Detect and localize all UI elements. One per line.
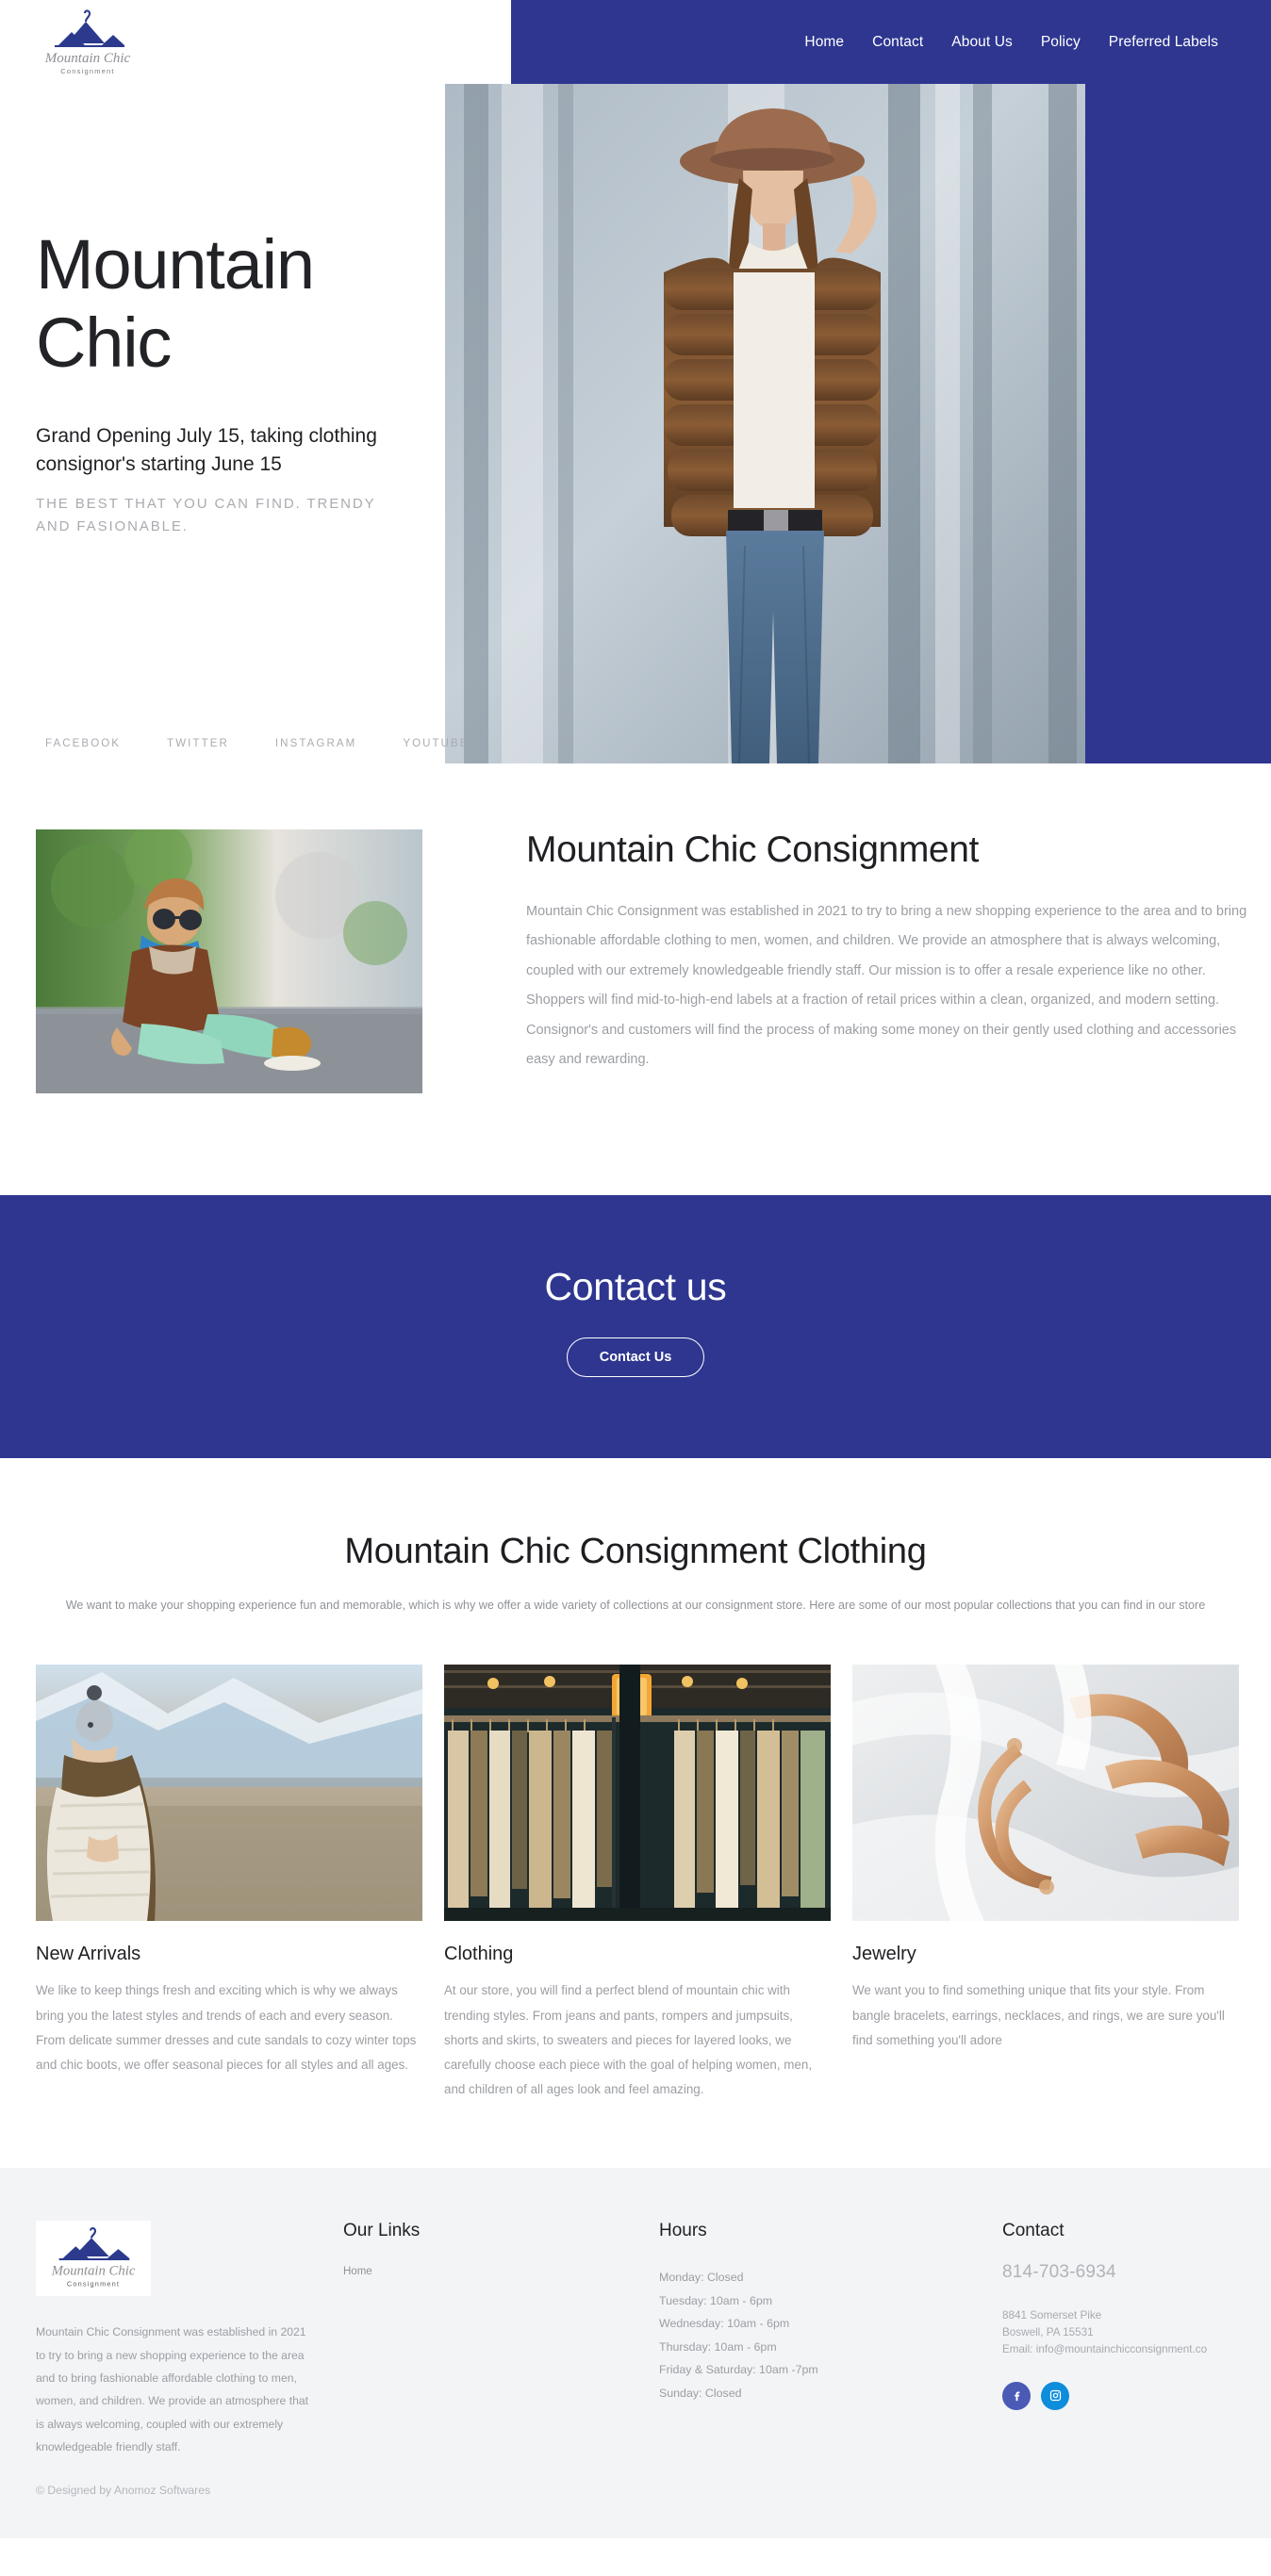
collection-cards: New Arrivals We like to keep things fres… xyxy=(0,1665,1271,2102)
footer-brand-column: Mountain Chic Consignment Mountain Chic … xyxy=(36,2221,314,2497)
nav-item-contact[interactable]: Contact xyxy=(872,34,923,51)
about-image xyxy=(36,829,422,1093)
address-line-2: Boswell, PA 15531 xyxy=(1002,2326,1094,2339)
about-section: Mountain Chic Consignment Mountain Chic … xyxy=(0,771,1271,1195)
footer-about-text: Mountain Chic Consignment was establishe… xyxy=(36,2325,309,2454)
hours-thursday: Thursday: 10am - 6pm xyxy=(659,2339,777,2354)
card-image-new-arrivals xyxy=(36,1665,422,1922)
social-link-instagram[interactable]: INSTAGRAM xyxy=(275,738,356,749)
footer-address: 8841 Somerset Pike Boswell, PA 15531 Ema… xyxy=(1002,2307,1235,2358)
hero-subtitle: Grand Opening July 15, taking clothing c… xyxy=(36,424,377,476)
main-navigation[interactable]: Home Contact About Us Policy Preferred L… xyxy=(511,0,1271,84)
social-link-twitter[interactable]: TWITTER xyxy=(167,738,229,749)
contact-heading: Contact us xyxy=(544,1265,727,1308)
instagram-glyph xyxy=(1049,2389,1061,2402)
card-title-jewelry: Jewelry xyxy=(852,1944,916,1965)
hours-tuesday: Tuesday: 10am - 6pm xyxy=(659,2293,773,2307)
hero-text-block: Mountain Chic Grand Opening July 15, tak… xyxy=(36,225,432,538)
hero-tagline: THE BEST THAT YOU CAN FIND. TRENDY AND F… xyxy=(36,495,376,534)
about-text-block: Mountain Chic Consignment Mountain Chic … xyxy=(526,829,1271,1093)
collections-subtitle: We want to make your shopping experience… xyxy=(65,1599,1206,1612)
hero-title: Mountain Chic xyxy=(36,225,315,382)
footer-contact-column: Contact 814-703-6934 8841 Somerset Pike … xyxy=(960,2221,1235,2410)
hours-sunday: Sunday: Closed xyxy=(659,2386,742,2400)
footer-copyright: © Designed by Anomoz Softwares xyxy=(36,2483,211,2497)
about-heading: Mountain Chic Consignment xyxy=(526,829,979,870)
footer-hours-column: Hours Monday: Closed Tuesday: 10am - 6pm… xyxy=(616,2221,960,2404)
footer-hours-heading: Hours xyxy=(659,2221,707,2241)
hero-photo-graphic xyxy=(445,84,1085,763)
footer-hours-list: Monday: Closed Tuesday: 10am - 6pm Wedne… xyxy=(659,2266,960,2404)
collections-heading: Mountain Chic Consignment Clothing xyxy=(344,1532,927,1571)
card-body-clothing: At our store, you will find a perfect bl… xyxy=(444,1983,813,2096)
card-image-jewelry xyxy=(852,1665,1239,1922)
footer-link-home[interactable]: Home xyxy=(343,2266,616,2277)
card-photo-jewelry xyxy=(852,1665,1239,1922)
hero-section: Mountain Chic Consignment Home Contact A… xyxy=(0,0,1271,771)
hours-monday: Monday: Closed xyxy=(659,2271,744,2285)
card-photo-new-arrivals xyxy=(36,1665,422,1922)
mountain-hanger-logo-icon: Mountain Chic Consignment xyxy=(44,9,131,75)
hero-image xyxy=(445,84,1085,763)
site-logo[interactable]: Mountain Chic Consignment xyxy=(36,8,140,79)
instagram-icon[interactable] xyxy=(1041,2381,1069,2410)
social-link-facebook[interactable]: FACEBOOK xyxy=(45,738,121,749)
collection-card-jewelry[interactable]: Jewelry We want you to find something un… xyxy=(852,1665,1239,2102)
contact-us-button[interactable]: Contact Us xyxy=(566,1337,705,1377)
address-line-1: 8841 Somerset Pike xyxy=(1002,2309,1102,2322)
about-photo-graphic xyxy=(36,829,422,1093)
footer-email[interactable]: Email: info@mountainchicconsignment.co xyxy=(1002,2341,1235,2358)
footer-logo[interactable]: Mountain Chic Consignment xyxy=(36,2221,151,2297)
footer-contact-heading: Contact xyxy=(1002,2221,1065,2241)
nav-item-policy[interactable]: Policy xyxy=(1041,34,1081,51)
svg-text:Consignment: Consignment xyxy=(67,2280,120,2289)
card-body-new-arrivals: We like to keep things fresh and excitin… xyxy=(36,1983,417,2072)
nav-item-about-us[interactable]: About Us xyxy=(951,34,1013,51)
card-body-jewelry: We want you to find something unique tha… xyxy=(852,1983,1225,2047)
svg-text:Mountain Chic: Mountain Chic xyxy=(44,51,131,66)
card-title-new-arrivals: New Arrivals xyxy=(36,1944,141,1965)
facebook-icon[interactable] xyxy=(1002,2381,1031,2410)
facebook-glyph xyxy=(1014,2391,1019,2402)
card-photo-clothing xyxy=(444,1665,831,1922)
social-link-youtube[interactable]: YOUTUBE xyxy=(403,738,469,749)
collections-section: Mountain Chic Consignment Clothing We wa… xyxy=(0,1458,1271,2169)
footer-social-icons xyxy=(1002,2381,1235,2410)
nav-item-preferred-labels[interactable]: Preferred Labels xyxy=(1109,34,1218,51)
about-body-text: Mountain Chic Consignment was establishe… xyxy=(526,904,1247,1068)
card-title-clothing: Clothing xyxy=(444,1944,514,1965)
hero-social-links[interactable]: FACEBOOK TWITTER INSTAGRAM YOUTUBE xyxy=(45,738,470,749)
nav-item-home[interactable]: Home xyxy=(804,34,844,51)
footer-phone[interactable]: 814-703-6934 xyxy=(1002,2262,1235,2283)
footer-links-column: Our Links Home xyxy=(314,2221,616,2277)
hours-wednesday: Wednesday: 10am - 6pm xyxy=(659,2317,790,2331)
site-footer: Mountain Chic Consignment Mountain Chic … xyxy=(0,2168,1271,2538)
hours-friday-saturday: Friday & Saturday: 10am -7pm xyxy=(659,2363,818,2377)
svg-text:Mountain Chic: Mountain Chic xyxy=(51,2264,136,2279)
footer-links-heading: Our Links xyxy=(343,2221,421,2241)
card-image-clothing xyxy=(444,1665,831,1922)
svg-text:Consignment: Consignment xyxy=(60,67,114,75)
contact-band: Contact us Contact Us xyxy=(0,1195,1271,1458)
collection-card-new-arrivals[interactable]: New Arrivals We like to keep things fres… xyxy=(36,1665,422,2102)
mountain-hanger-logo-icon: Mountain Chic Consignment xyxy=(51,2227,136,2289)
collection-card-clothing[interactable]: Clothing At our store, you will find a p… xyxy=(444,1665,831,2102)
